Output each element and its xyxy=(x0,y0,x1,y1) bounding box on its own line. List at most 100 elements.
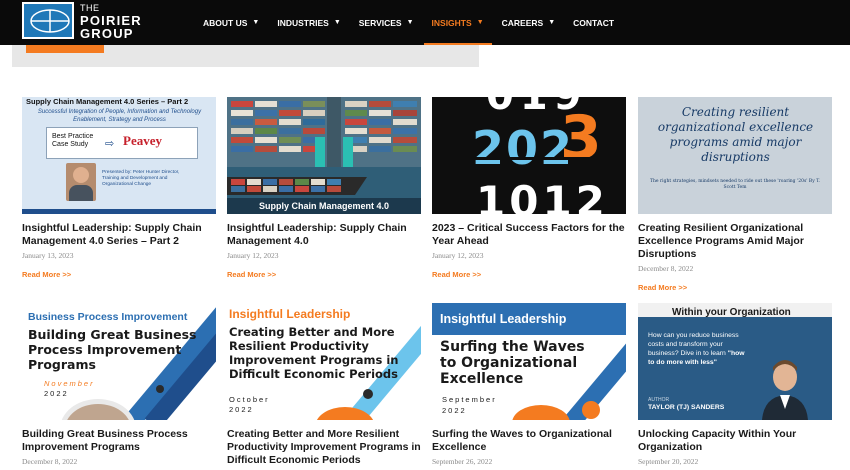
read-more-link[interactable]: Read More >> xyxy=(638,283,687,292)
post-card: Within your Organization How can you red… xyxy=(638,303,832,466)
thumb-dot xyxy=(363,389,373,399)
thumb-kicker: Insightful Leadership xyxy=(229,307,351,321)
presenter-text: Presented by: Peter Hunter Director, Tra… xyxy=(102,170,180,187)
main-nav: ABOUT US ▼ INDUSTRIES ▼ SERVICES ▼ INSIGHTS… xyxy=(194,0,623,45)
logo-line-group: GROUP xyxy=(80,26,134,41)
thumb-headline: Creating Better and More Resilient Produ… xyxy=(229,325,399,381)
read-more-link[interactable]: Read More >> xyxy=(227,270,276,279)
case-study-label: Best Practice Case Study xyxy=(52,133,94,148)
post-card: Insightful Leadership Surfing the Waves … xyxy=(432,303,626,466)
thumb-headline: Building Great Business Process Improvem… xyxy=(28,327,197,372)
post-date: December 8, 2022 xyxy=(638,264,694,273)
nav-label: INDUSTRIES xyxy=(277,17,329,28)
post-card: Creating resilient organizational excell… xyxy=(638,97,832,295)
thumb-headline: Within your Organization xyxy=(672,307,791,318)
thumb-author-label: AUTHOR xyxy=(648,397,670,403)
thumb-month: September xyxy=(442,395,497,404)
thumb-heading: Supply Chain Management 4.0 Series – Par… xyxy=(26,97,189,106)
nav-about-us[interactable]: ABOUT US ▼ xyxy=(203,0,259,45)
caret-down-icon: ▼ xyxy=(406,19,414,26)
case-study-box: Best Practice Case Study ⇨ Peavey xyxy=(46,127,198,159)
banner-button[interactable] xyxy=(26,45,104,53)
thumb-footer-bar xyxy=(22,209,216,214)
post-thumbnail[interactable]: Business Process Improvement Building Gr… xyxy=(22,303,216,420)
post-thumbnail[interactable]: Supply Chain Management 4.0 xyxy=(227,97,421,214)
post-thumbnail[interactable]: Creating resilient organizational excell… xyxy=(638,97,832,214)
thumb-kicker: Business Process Improvement xyxy=(28,311,188,323)
nav-services[interactable]: SERVICES ▼ xyxy=(359,0,414,45)
peavey-logo: Peavey xyxy=(123,133,162,148)
thumb-heading: Creating resilient organizational excell… xyxy=(657,105,814,164)
caret-down-icon: ▼ xyxy=(476,19,484,26)
read-more-link[interactable]: Read More >> xyxy=(432,270,481,279)
post-title[interactable]: Insightful Leadership: Supply Chain Mana… xyxy=(227,222,421,248)
thumb-photo xyxy=(512,405,570,420)
nav-industries[interactable]: INDUSTRIES ▼ xyxy=(277,0,340,45)
thumb-body-text: How can you reduce business costs and tr… xyxy=(648,332,739,357)
thumb-body: How can you reduce business costs and tr… xyxy=(648,331,748,367)
post-date: January 13, 2023 xyxy=(22,251,74,260)
read-more-link[interactable]: Read More >> xyxy=(22,270,71,279)
caret-down-icon: ▼ xyxy=(252,19,260,26)
post-date: September 20, 2022 xyxy=(638,457,699,466)
thumb-photo xyxy=(60,399,136,420)
arrow-right-icon: ⇨ xyxy=(105,138,115,150)
post-date: December 8, 2022 xyxy=(22,457,78,466)
post-date: January 12, 2023 xyxy=(432,251,484,260)
post-card: Supply Chain Management 4.0 Insightful L… xyxy=(227,97,421,282)
thumb-kicker: Insightful Leadership xyxy=(440,312,567,326)
container-port-image xyxy=(227,97,421,214)
caret-down-icon: ▼ xyxy=(333,19,341,26)
thumb-year: 2022 xyxy=(44,389,69,398)
logo-wordmark: THE POIRIER GROUP xyxy=(80,3,142,40)
post-thumbnail[interactable]: Insightful Leadership Surfing the Waves … xyxy=(432,303,626,420)
thumb-dot xyxy=(156,385,164,393)
thumb-author-name: TAYLOR (TJ) SANDERS xyxy=(648,404,725,411)
post-card: Business Process Improvement Building Gr… xyxy=(22,303,216,466)
post-title[interactable]: Creating Better and More Resilient Produ… xyxy=(227,428,421,467)
thumb-header-band: Within your Organization xyxy=(638,303,832,318)
presenter-photo xyxy=(66,163,96,201)
thumb-subheading: The right strategies, mindsets needed to… xyxy=(650,179,820,190)
thumb-subheading: Successful Integration of People, Inform… xyxy=(37,109,202,123)
nav-label: CAREERS xyxy=(501,17,544,28)
poirier-group-logo[interactable]: THE POIRIER GROUP xyxy=(22,2,142,40)
post-card: Supply Chain Management 4.0 Series – Par… xyxy=(22,97,216,282)
post-title[interactable]: Surfing the Waves to Organizational Exce… xyxy=(432,428,626,454)
thumb-caption: Supply Chain Management 4.0 xyxy=(227,198,421,214)
hero-banner-remnant xyxy=(12,45,479,67)
post-thumbnail[interactable]: Within your Organization How can you red… xyxy=(638,303,832,420)
post-card: Insightful Leadership Creating Better an… xyxy=(227,303,421,467)
author-photo xyxy=(762,360,808,420)
logo-mark-icon xyxy=(22,2,74,39)
post-thumbnail[interactable]: 019 202 3 1012 xyxy=(432,97,626,214)
thumb-year: 2022 xyxy=(442,406,467,415)
nav-contact[interactable]: CONTACT xyxy=(573,0,614,45)
nav-label: SERVICES xyxy=(358,17,402,28)
thumb-number-bottom: 1012 xyxy=(476,177,609,214)
post-title[interactable]: Unlocking Capacity Within Your Organizat… xyxy=(638,428,832,454)
thumb-divider xyxy=(472,157,596,160)
post-title[interactable]: Building Great Business Process Improvem… xyxy=(22,428,216,454)
nav-insights[interactable]: INSIGHTS ▼ xyxy=(423,0,492,45)
nav-label: INSIGHTS xyxy=(431,17,472,28)
post-thumbnail[interactable]: Supply Chain Management 4.0 Series – Par… xyxy=(22,97,216,214)
post-thumbnail[interactable]: Insightful Leadership Creating Better an… xyxy=(227,303,421,420)
thumb-month: November xyxy=(44,379,95,388)
thumb-month: October xyxy=(229,395,270,404)
post-title[interactable]: Insightful Leadership: Supply Chain Mana… xyxy=(22,222,216,248)
post-date: January 12, 2023 xyxy=(227,251,279,260)
thumb-dot xyxy=(582,401,600,419)
thumb-year-accent: 3 xyxy=(560,103,602,173)
thumb-year: 2022 xyxy=(229,405,254,414)
nav-careers[interactable]: CAREERS ▼ xyxy=(502,0,556,45)
nav-label: ABOUT US xyxy=(203,17,248,28)
post-title[interactable]: Creating Resilient Organizational Excell… xyxy=(638,222,832,261)
post-date: September 26, 2022 xyxy=(432,457,493,466)
post-title[interactable]: 2023 – Critical Success Factors for the … xyxy=(432,222,626,248)
thumb-headline: Surfing the Waves to Organizational Exce… xyxy=(440,339,585,387)
thumb-year: 202 xyxy=(472,121,575,175)
nav-label: CONTACT xyxy=(573,17,615,28)
post-card: 019 202 3 1012 2023 – Critical Success F… xyxy=(432,97,626,282)
top-navigation-bar: THE POIRIER GROUP ABOUT US ▼ INDUSTRIES ▼ … xyxy=(0,0,850,45)
